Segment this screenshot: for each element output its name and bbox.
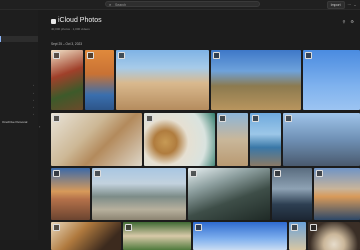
photo-food-plates[interactable] xyxy=(51,222,121,250)
checkbox-icon[interactable] xyxy=(252,115,259,122)
settings-icon[interactable]: ⚙ xyxy=(350,19,354,24)
photo-orange-building[interactable] xyxy=(85,50,114,110)
checkbox-icon[interactable] xyxy=(291,224,298,231)
sidebar-item-label: OneDrive Personal xyxy=(2,120,28,124)
photo-dessert-plate[interactable] xyxy=(308,222,360,250)
photo-beach-people[interactable] xyxy=(289,222,306,250)
photo-dog-bed[interactable] xyxy=(51,113,142,166)
more-menu-button[interactable]: ··· xyxy=(348,2,352,8)
photo-forest-sunbeams[interactable] xyxy=(188,168,270,220)
photo-food-bowls[interactable] xyxy=(51,50,83,110)
import-button[interactable]: Import xyxy=(326,1,345,9)
chevron-icon: › xyxy=(33,83,34,87)
checkbox-icon[interactable] xyxy=(310,224,317,231)
minimize-button[interactable]: – xyxy=(354,2,356,8)
photo-dog-grass[interactable] xyxy=(123,222,191,250)
checkbox-icon[interactable] xyxy=(53,224,60,231)
chevron-left-icon[interactable]: ‹ xyxy=(39,124,40,129)
checkbox-icon[interactable] xyxy=(219,115,226,122)
checkbox-icon[interactable] xyxy=(94,170,101,177)
sidebar-item-7[interactable]: › xyxy=(0,111,38,117)
checkbox-icon[interactable] xyxy=(195,224,202,231)
checkbox-icon[interactable] xyxy=(53,170,60,177)
chevron-icon: › xyxy=(33,112,34,116)
sidebar-item-5[interactable]: › xyxy=(0,97,38,103)
photo-coast-sunset[interactable] xyxy=(51,168,90,220)
photo-city-mountains[interactable] xyxy=(92,168,186,220)
date-range: Sept 25 – Oct 3, 2023 xyxy=(51,42,83,46)
photo-eiffel-sky[interactable] xyxy=(303,50,360,110)
sidebar-item-selected[interactable] xyxy=(0,36,38,42)
checkbox-icon[interactable] xyxy=(190,170,197,177)
chevron-icon: › xyxy=(33,105,34,109)
photo-ocean-waves[interactable] xyxy=(272,168,312,220)
photo-joshua-tree[interactable] xyxy=(211,50,301,110)
checkbox-icon[interactable] xyxy=(125,224,132,231)
photo-beach-rocks[interactable] xyxy=(250,113,281,166)
photo-blue-sky[interactable] xyxy=(193,222,287,250)
sidebar-item-4[interactable]: › xyxy=(0,90,38,96)
header-tools: ⚲ ⚙ xyxy=(342,19,354,24)
checkbox-icon[interactable] xyxy=(118,52,125,59)
photo-eiffel-closeup[interactable] xyxy=(283,113,360,166)
checkbox-icon[interactable] xyxy=(316,170,323,177)
checkbox-icon[interactable] xyxy=(146,115,153,122)
checkbox-icon[interactable] xyxy=(285,115,292,122)
checkbox-icon[interactable] xyxy=(53,115,60,122)
cloud-icon xyxy=(51,19,56,24)
photo-latte-croissant[interactable] xyxy=(144,113,215,166)
page-subtitle: 40,000 photos · 1,000 videos xyxy=(51,27,90,31)
checkbox-icon[interactable] xyxy=(274,170,281,177)
checkbox-icon[interactable] xyxy=(305,52,312,59)
page-title: iCloud Photos xyxy=(58,17,102,24)
chevron-icon: › xyxy=(33,91,34,95)
checkbox-icon[interactable] xyxy=(53,52,60,59)
search-placeholder: Search xyxy=(115,3,127,7)
sidebar: › › › › › OneDrive Personal xyxy=(0,10,38,240)
checkbox-icon[interactable] xyxy=(87,52,94,59)
photo-dog-beach[interactable] xyxy=(217,113,248,166)
title-bar: ⌕ Search Import ··· – xyxy=(0,0,360,10)
titlebar-actions: Import ··· – xyxy=(326,1,356,9)
search-input[interactable]: ⌕ Search xyxy=(105,1,260,7)
sidebar-item-onedrive[interactable]: OneDrive Personal xyxy=(0,119,38,125)
checkbox-icon[interactable] xyxy=(213,52,220,59)
chevron-icon: › xyxy=(33,98,34,102)
sidebar-item-1[interactable] xyxy=(0,28,38,34)
photo-desert-rock[interactable] xyxy=(116,50,209,110)
main-content: iCloud Photos 40,000 photos · 1,000 vide… xyxy=(42,10,360,250)
photo-sunset-sea[interactable] xyxy=(314,168,360,220)
search-icon: ⌕ xyxy=(109,2,112,7)
sidebar-item-3[interactable]: › xyxy=(0,82,38,88)
filter-icon[interactable]: ⚲ xyxy=(342,19,345,24)
sidebar-item-6[interactable]: › xyxy=(0,104,38,110)
